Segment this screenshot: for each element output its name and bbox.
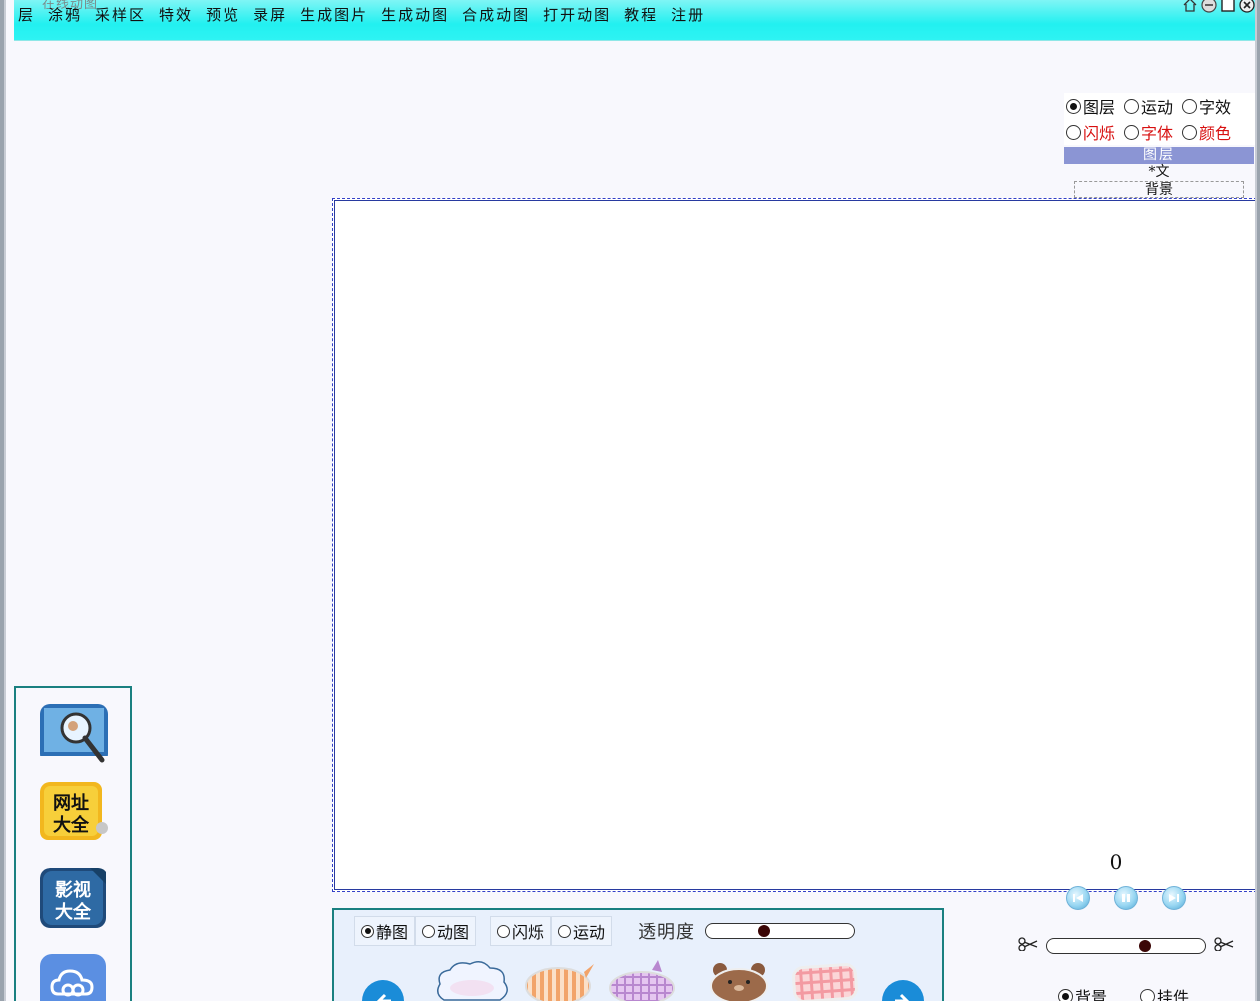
layer-list-header: 图层 [1064,147,1254,164]
radio-label: 颜色 [1199,124,1232,143]
radio-indicator [1140,988,1156,1001]
radio-label: 闪烁 [1083,124,1116,143]
opacity-slider[interactable] [705,923,856,939]
radio-label: 字体 [1141,124,1174,143]
radio-indicator [1066,98,1081,114]
radio-indicator [1124,124,1140,140]
svg-text:大全: 大全 [55,901,92,923]
sticker-bear-bubble[interactable] [708,960,770,1001]
arrow-left-icon [376,993,391,1001]
radio-label: 背景 [1075,988,1108,1001]
layer-list: *文 背景 [1064,164,1254,198]
maximize-icon[interactable] [1219,0,1236,13]
pause-icon[interactable] [1114,886,1138,910]
menu-item-doodle[interactable]: 涂鸦 [48,4,82,26]
main-menu: 层 涂鸦 采样区 特效 预览 录屏 生成图片 生成动图 合成动图 打开动图 教程… [14,4,718,26]
sticker-options-row: 静图 动图 闪烁 运动 透明度 [354,916,856,946]
menu-item-screen-record[interactable]: 录屏 [253,4,287,26]
radio-indicator [1124,98,1140,114]
layer-panel: 图层 运动 字效 闪烁 字体 颜色 图层 *文 背景 [1064,93,1255,198]
radio-label: 运动 [1141,98,1174,117]
radio-label: 挂件 [1157,988,1190,1001]
radio-indicator [1058,988,1073,1001]
svg-text:影视: 影视 [55,879,91,901]
search-app-icon[interactable] [40,704,108,764]
menu-item-generate-image[interactable]: 生成图片 [300,4,368,26]
radio-pendant[interactable]: 挂件 [1140,984,1189,1001]
radio-static-image[interactable]: 静图 [354,916,416,946]
next-stickers-button[interactable] [882,980,924,1001]
radio-background[interactable]: 背景 [1058,984,1107,1001]
prev-stickers-button[interactable] [362,980,404,1001]
sticker-striped-bubble[interactable] [524,960,596,1001]
url-directory-app-icon[interactable]: 网址 大全 [40,782,108,842]
radio-indicator [1182,98,1198,114]
home-icon[interactable] [1181,0,1198,13]
radio-animated-image[interactable]: 动图 [415,916,477,946]
layer-mode-row: 图层 运动 字效 [1064,93,1255,119]
app-sidebar: 网址 大全 影视 大全 [14,686,132,1001]
menu-item-compose-gif[interactable]: 合成动图 [462,4,530,26]
sticker-pink-plaid-bubble[interactable] [790,960,860,1001]
window-controls [1181,0,1255,13]
radio-indicator [1066,124,1081,140]
menu-item-tutorial[interactable]: 教程 [624,4,658,26]
svg-text:网址: 网址 [53,793,89,814]
rewind-icon[interactable] [1066,886,1090,910]
menu-item-generate-gif[interactable]: 生成动图 [381,4,449,26]
sticker-panel: 静图 动图 闪烁 运动 透明度 [332,908,944,1001]
menu-bar: 在线动图 层 涂鸦 采样区 特效 预览 录屏 生成图片 生成动图 合成动图 打开… [14,0,1255,41]
radio-layer[interactable]: 图层 [1066,94,1115,118]
radio-indicator [497,924,511,938]
radio-color[interactable]: 颜色 [1182,120,1231,144]
slider-thumb[interactable] [758,925,771,937]
arrow-right-icon [895,993,910,1001]
menu-item-layer[interactable]: 层 [18,4,35,26]
radio-label: 闪烁 [512,923,545,942]
radio-sticker-flash[interactable]: 闪烁 [490,916,552,946]
radio-flash[interactable]: 闪烁 [1066,120,1115,144]
sticker-cloud-bubble[interactable] [432,960,512,1001]
radio-label: 字效 [1199,98,1232,117]
scissors-icon[interactable] [1214,937,1234,955]
cloud-app-icon[interactable] [40,954,108,1001]
radio-label: 运动 [573,923,606,942]
radio-label: 静图 [376,923,409,942]
menu-item-register[interactable]: 注册 [671,4,705,26]
editing-canvas[interactable] [332,198,1255,892]
menu-item-open-gif[interactable]: 打开动图 [543,4,611,26]
radio-text-effect[interactable]: 字效 [1182,94,1231,118]
playback-controls [1066,886,1186,910]
opacity-label: 透明度 [638,922,696,943]
app-window: 在线动图 层 涂鸦 采样区 特效 预览 录屏 生成图片 生成动图 合成动图 打开… [4,0,1257,1001]
frame-counter: 0 [1109,850,1123,874]
radio-sticker-motion[interactable]: 运动 [551,916,613,946]
video-app-icon[interactable]: 影视 大全 [40,868,108,928]
radio-indicator [361,924,374,938]
slider-thumb[interactable] [1139,940,1151,952]
radio-indicator [558,924,572,938]
menu-item-effects[interactable]: 特效 [159,4,193,26]
radio-indicator [422,924,436,938]
background-mode-row: 背景 挂件 [1058,984,1198,1001]
trim-slider-row [1018,937,1234,955]
radio-indicator [1182,124,1198,140]
menu-item-preview[interactable]: 预览 [206,4,240,26]
svg-text:大全: 大全 [53,814,90,836]
layer-item-background[interactable]: 背景 [1074,181,1244,198]
close-icon[interactable] [1238,0,1255,13]
forward-icon[interactable] [1162,886,1186,910]
sticker-plaid-bubble[interactable] [608,960,680,1001]
scissors-icon[interactable] [1018,937,1038,955]
menu-item-sample-area[interactable]: 采样区 [95,4,146,26]
radio-font[interactable]: 字体 [1124,120,1173,144]
radio-label: 动图 [437,923,470,942]
trim-slider[interactable] [1046,938,1206,954]
minimize-icon[interactable] [1200,0,1217,13]
text-style-row: 闪烁 字体 颜色 [1064,119,1255,145]
radio-motion[interactable]: 运动 [1124,94,1173,118]
layer-item-text[interactable]: *文 [1064,164,1254,181]
radio-label: 图层 [1083,98,1116,117]
